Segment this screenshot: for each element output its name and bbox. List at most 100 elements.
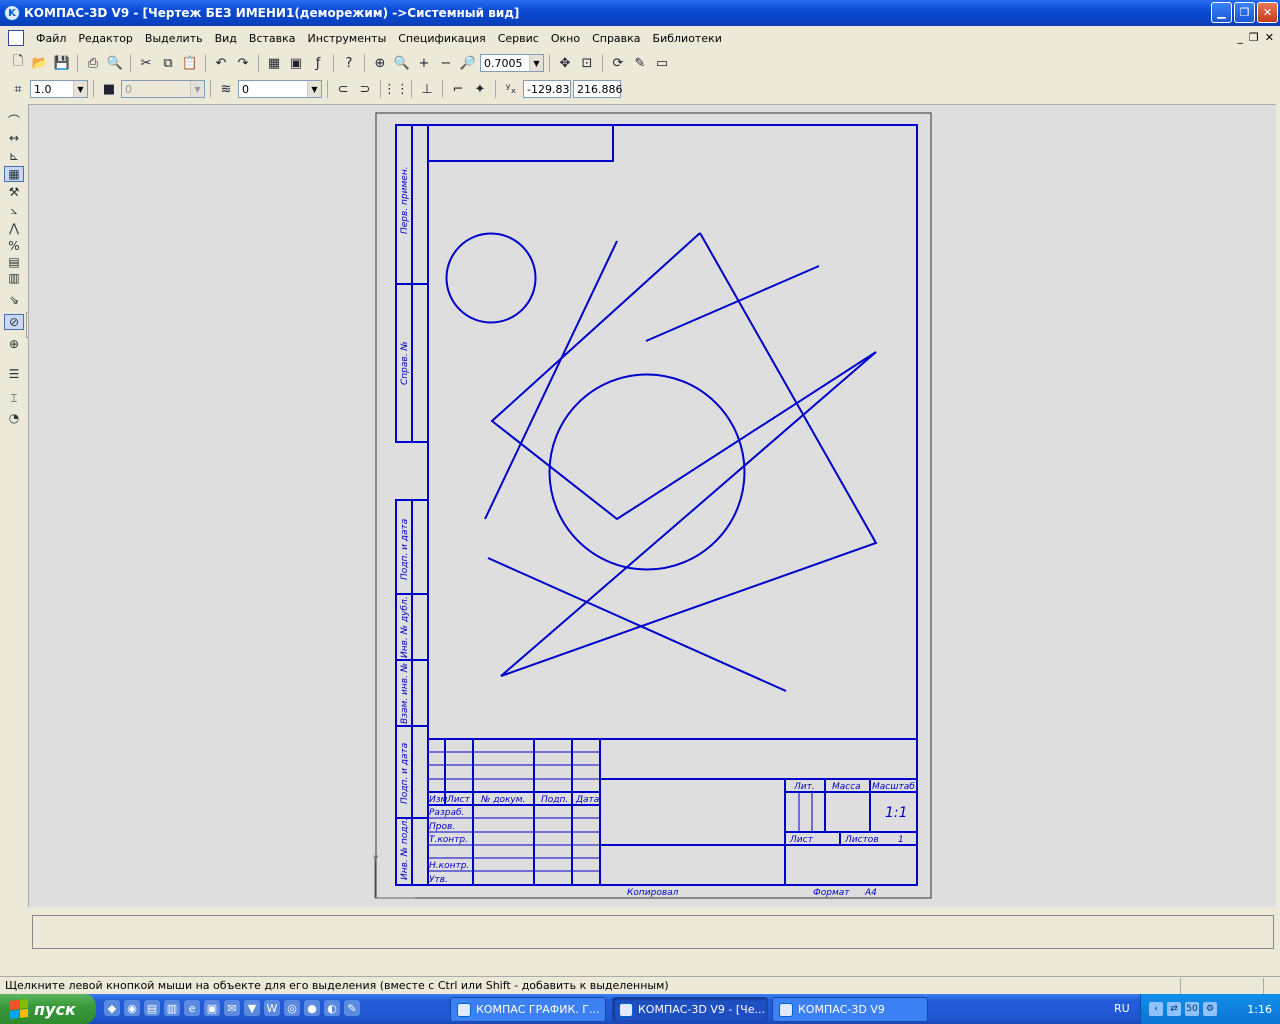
layers-icon[interactable]: ≋ bbox=[216, 79, 236, 99]
zoom-in-icon[interactable]: + bbox=[414, 53, 434, 73]
quicklaunch-2-icon[interactable]: ◉ bbox=[124, 1000, 140, 1016]
print-icon[interactable]: ⎙ bbox=[83, 53, 103, 73]
kompas-app-icon[interactable]: K bbox=[4, 5, 20, 21]
cut-icon[interactable]: ✂ bbox=[136, 53, 156, 73]
clock[interactable]: 1:16 bbox=[1247, 1003, 1272, 1016]
tray-value[interactable]: 50 bbox=[1185, 1002, 1199, 1016]
document-icon[interactable] bbox=[8, 30, 24, 46]
circle-center-icon[interactable]: ⊕ bbox=[4, 336, 24, 352]
zoom-icon[interactable]: 🔍 bbox=[392, 53, 412, 73]
menu-edit[interactable]: Редактор bbox=[72, 32, 139, 45]
local-snap-icon[interactable]: ⊃ bbox=[355, 79, 375, 99]
variables-icon[interactable]: ƒ bbox=[308, 53, 328, 73]
arc-icon[interactable]: ◔ bbox=[4, 410, 24, 426]
macro-icon[interactable]: ⇘ bbox=[4, 292, 24, 308]
step-combo[interactable]: 1.0 ▼ bbox=[30, 80, 88, 98]
menu-service[interactable]: Сервис bbox=[492, 32, 545, 45]
notations-icon[interactable]: ⊾ bbox=[4, 148, 24, 164]
quicklaunch-1-icon[interactable]: ◆ bbox=[104, 1000, 120, 1016]
mdi-close-button[interactable]: ✕ bbox=[1265, 31, 1274, 44]
library-icon[interactable]: ▣ bbox=[286, 53, 306, 73]
spec-icon[interactable]: ▤ bbox=[4, 254, 24, 270]
save-icon[interactable]: 💾 bbox=[52, 53, 72, 73]
zoom-combo[interactable]: 0.7005 ▼ bbox=[480, 54, 544, 72]
redraw-icon[interactable]: ⟳ bbox=[608, 53, 628, 73]
select-icon[interactable]: ⋀ bbox=[4, 220, 24, 236]
quicklaunch-4-icon[interactable]: ▥ bbox=[164, 1000, 180, 1016]
rebuild-icon[interactable]: ✎ bbox=[630, 53, 650, 73]
task-kompas-grafik[interactable]: КОМПАС ГРАФИК. Г... bbox=[450, 997, 606, 1022]
copy-icon[interactable]: ⧉ bbox=[158, 53, 178, 73]
start-button[interactable]: пуск bbox=[0, 994, 96, 1024]
quicklaunch-7-icon[interactable]: ✉ bbox=[224, 1000, 240, 1016]
mdi-restore-button[interactable]: ❐ bbox=[1249, 31, 1259, 44]
reports-icon[interactable]: ▥ bbox=[4, 270, 24, 286]
local-cs-icon[interactable]: ⊥ bbox=[417, 79, 437, 99]
open-icon[interactable]: 📂 bbox=[30, 53, 50, 73]
maximize-button[interactable]: ❐ bbox=[1234, 2, 1255, 23]
manager-icon[interactable]: ▦ bbox=[264, 53, 284, 73]
circle-tangent-icon[interactable]: ⊘ bbox=[4, 314, 24, 330]
display-icon[interactable]: ▭ bbox=[652, 53, 672, 73]
mdi-minimize-button[interactable]: _ bbox=[1237, 31, 1243, 44]
minimize-button[interactable]: ▁ bbox=[1211, 2, 1232, 23]
quicklaunch-6-icon[interactable]: ▣ bbox=[204, 1000, 220, 1016]
bracket-icon[interactable]: ⌶ bbox=[4, 390, 24, 406]
layer-combo[interactable]: 0 ▼ bbox=[238, 80, 322, 98]
quicklaunch-11-icon[interactable]: ● bbox=[304, 1000, 320, 1016]
show-all-icon[interactable]: ⊡ bbox=[577, 53, 597, 73]
snap-magnet-icon[interactable]: ⊂ bbox=[333, 79, 353, 99]
task-kompas-3d[interactable]: КОМПАС-3D V9 bbox=[772, 997, 928, 1022]
menu-window[interactable]: Окно bbox=[545, 32, 586, 45]
tray-arrow-icon[interactable]: ‹ bbox=[1149, 1002, 1163, 1016]
menu-libraries[interactable]: Библиотеки bbox=[647, 32, 728, 45]
close-button[interactable]: ✕ bbox=[1257, 2, 1278, 23]
quicklaunch-8-icon[interactable]: ▼ bbox=[244, 1000, 260, 1016]
pan-icon[interactable]: ✥ bbox=[555, 53, 575, 73]
help-pointer-icon[interactable]: ? bbox=[339, 53, 359, 73]
style-icon[interactable]: ■ bbox=[99, 79, 119, 99]
tray-app-icon[interactable]: ⚙ bbox=[1203, 1002, 1217, 1016]
paste-icon[interactable]: 📋 bbox=[180, 53, 200, 73]
quicklaunch-word-icon[interactable]: W bbox=[264, 1000, 280, 1016]
associative-views-icon[interactable]: % bbox=[4, 238, 24, 254]
vertical-scrollbar[interactable] bbox=[1276, 104, 1280, 907]
quicklaunch-10-icon[interactable]: ◎ bbox=[284, 1000, 300, 1016]
parametrization-icon[interactable]: ⚒ bbox=[4, 184, 24, 200]
undo-icon[interactable]: ↶ bbox=[211, 53, 231, 73]
menu-insert[interactable]: Вставка bbox=[243, 32, 302, 45]
coord-y-field[interactable]: 216.886 bbox=[573, 80, 623, 98]
print-preview-icon[interactable]: 🔍 bbox=[105, 53, 125, 73]
new-document-icon[interactable]: 🗋 bbox=[8, 53, 28, 73]
menu-file[interactable]: Файл bbox=[30, 32, 72, 45]
quicklaunch-13-icon[interactable]: ✎ bbox=[344, 1000, 360, 1016]
quicklaunch-12-icon[interactable]: ◐ bbox=[324, 1000, 340, 1016]
tray-network-icon[interactable]: ⇄ bbox=[1167, 1002, 1181, 1016]
style-combo[interactable]: 0 ▼ bbox=[121, 80, 205, 98]
parallel-lines-icon[interactable]: ☰ bbox=[4, 366, 24, 382]
zoom-window-icon[interactable]: ⊕ bbox=[370, 53, 390, 73]
editing-icon[interactable]: ▦ bbox=[4, 166, 24, 182]
task-kompas-drawing[interactable]: КОМПАС-3D V9 - [Че... bbox=[612, 997, 768, 1022]
round-icon[interactable]: ✦ bbox=[470, 79, 490, 99]
menu-tools[interactable]: Инструменты bbox=[302, 32, 393, 45]
zoom-scale-icon[interactable]: 🔎 bbox=[458, 53, 478, 73]
measure-icon[interactable]: ⦣ bbox=[4, 202, 24, 218]
geometry-icon[interactable]: ⌒ bbox=[4, 112, 24, 128]
grid-icon[interactable]: ⋮⋮ bbox=[383, 79, 409, 99]
step-icon[interactable]: ⌗ bbox=[8, 79, 28, 99]
language-indicator[interactable]: RU bbox=[1114, 1002, 1130, 1015]
title-bar[interactable]: K КОМПАС-3D V9 - [Чертеж БЕЗ ИМЕНИ1(демо… bbox=[0, 0, 1280, 26]
menu-help[interactable]: Справка bbox=[586, 32, 646, 45]
menu-select[interactable]: Выделить bbox=[139, 32, 209, 45]
dimensions-icon[interactable]: ↔ bbox=[4, 130, 24, 146]
menu-specification[interactable]: Спецификация bbox=[392, 32, 491, 45]
redo-icon[interactable]: ↷ bbox=[233, 53, 253, 73]
quicklaunch-ie-icon[interactable]: e bbox=[184, 1000, 200, 1016]
coord-x-field[interactable]: -129.83 bbox=[523, 80, 571, 98]
menu-view[interactable]: Вид bbox=[209, 32, 243, 45]
ortho-icon[interactable]: ⌐ bbox=[448, 79, 468, 99]
drawing-workspace[interactable] bbox=[28, 104, 1276, 907]
quicklaunch-3-icon[interactable]: ▤ bbox=[144, 1000, 160, 1016]
zoom-out-icon[interactable]: − bbox=[436, 53, 456, 73]
